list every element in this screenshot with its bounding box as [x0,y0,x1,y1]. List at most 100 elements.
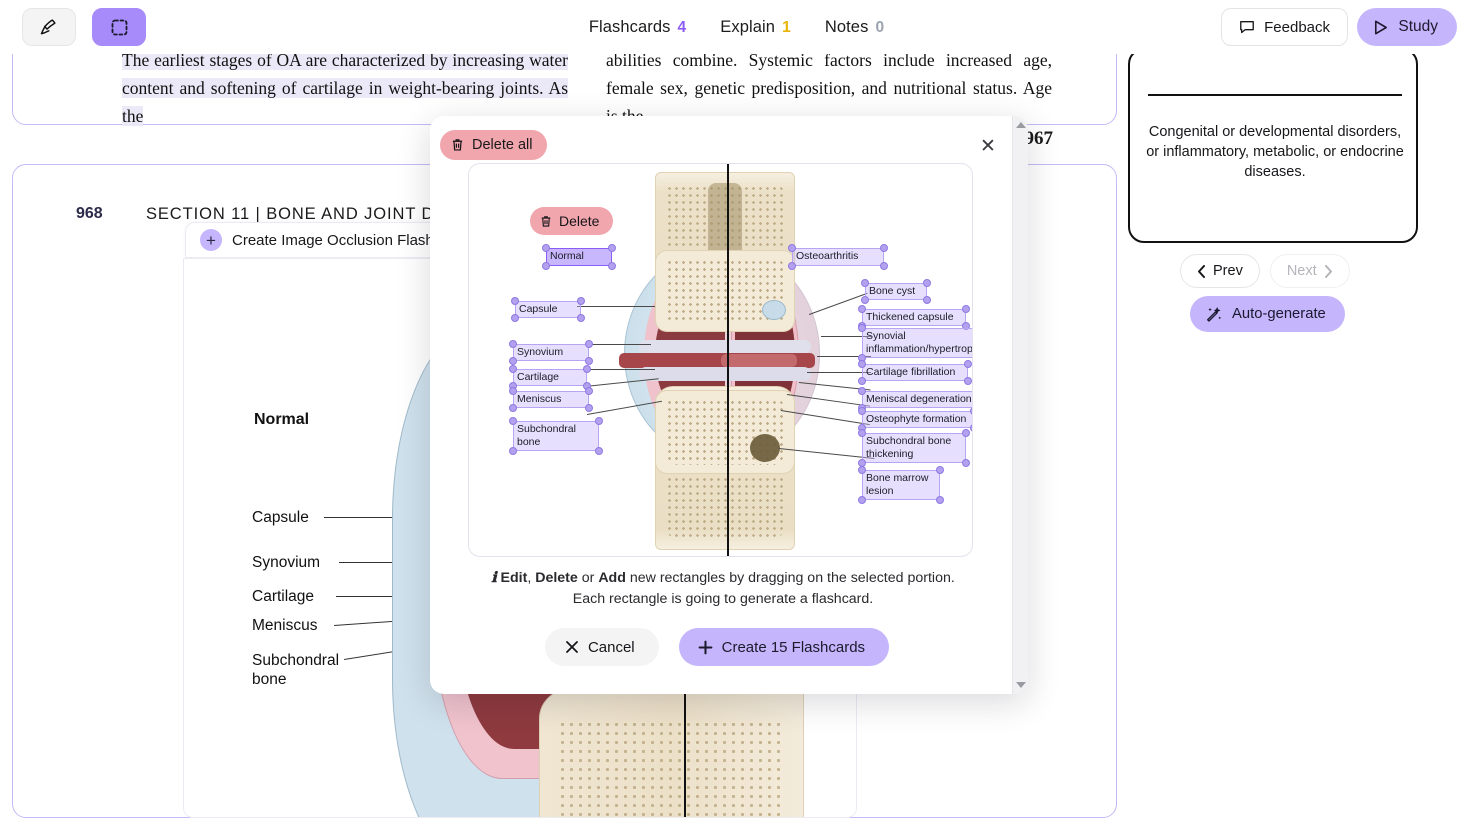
occlusion-rect-thickened-capsule[interactable]: Thickened capsule [858,305,970,330]
resize-handle-bl[interactable] [509,404,517,412]
resize-handle-br[interactable] [962,459,970,467]
resize-handle-tl[interactable] [861,279,869,287]
resize-handle-tl[interactable] [858,360,866,368]
occlusion-label: Normal [550,250,584,262]
tab-flashcards[interactable]: Flashcards 4 [589,18,686,37]
resize-handle-tr[interactable] [595,417,603,425]
chevron-right-icon [1324,264,1333,278]
resize-handle-br[interactable] [936,496,944,504]
resize-handle-br[interactable] [585,404,593,412]
tab-notes[interactable]: Notes 0 [825,18,884,37]
resize-handle-tl[interactable] [858,407,866,415]
resize-handle-tr[interactable] [923,279,931,287]
prev-button[interactable]: Prev [1180,254,1260,288]
figure-title-normal: Normal [254,411,310,428]
tab-explain[interactable]: Explain 1 [720,18,791,37]
resize-handle-tl[interactable] [788,244,796,252]
occlusion-rect-capsule[interactable]: Capsule [511,297,585,322]
plus-icon [698,640,713,655]
resize-handle-br[interactable] [970,424,972,432]
resize-handle-tl[interactable] [509,417,517,425]
feedback-button[interactable]: Feedback [1221,8,1348,46]
resize-handle-br[interactable] [595,447,603,455]
resize-handle-tl[interactable] [858,305,866,313]
occlusion-label: Capsule [519,303,558,315]
scroll-down-arrow-icon[interactable] [1016,682,1026,688]
resize-handle-tr[interactable] [970,407,972,415]
plus-icon: + [200,229,222,251]
resize-handle-tr[interactable] [585,340,593,348]
next-button[interactable]: Next [1269,254,1350,288]
resize-handle-bl[interactable] [858,496,866,504]
hint-sep-2: or [577,570,599,586]
resize-handle-br[interactable] [964,377,972,385]
cancel-button[interactable]: Cancel [544,628,659,666]
trash-icon [540,215,552,228]
resize-handle-tl[interactable] [509,365,517,373]
resize-handle-tr[interactable] [585,387,593,395]
resize-handle-br[interactable] [880,262,888,270]
cancel-label: Cancel [587,638,635,656]
resize-handle-br[interactable] [923,296,931,304]
occlusion-rect-bone-marrow-lesion[interactable]: Bone marrow lesion [858,466,944,504]
resize-handle-tl[interactable] [509,387,517,395]
resize-handle-tl[interactable] [858,429,866,437]
resize-handle-tr[interactable] [962,429,970,437]
resize-handle-tl[interactable] [858,324,866,332]
image-occlusion-modal: ✕ Delete all Normal Osteoarthritis Capsu… [430,116,1028,694]
occlusion-rect-osteoarthritis[interactable]: Osteoarthritis [788,244,888,270]
resize-handle-tr[interactable] [936,466,944,474]
occlusion-rect-subchondral-bone[interactable]: Subchondral bone [509,417,603,455]
occlusion-rect-bone-cyst[interactable]: Bone cyst [861,279,931,304]
resize-handle-tr[interactable] [880,244,888,252]
occlusion-rect-synovial-inflammation[interactable]: Synovial inflammation/hypertrophy [858,324,972,362]
create-flashcards-button[interactable]: Create 15 Flashcards [678,628,890,666]
scroll-up-arrow-icon[interactable] [1016,122,1026,128]
occlusion-rect-synovium[interactable]: Synovium [509,340,593,365]
occlusion-rect-meniscal-degeneration[interactable]: Meniscal degeneration [858,387,972,412]
bone-cyst-shape [762,300,786,320]
resize-handle-bl[interactable] [511,314,519,322]
close-icon[interactable]: ✕ [974,132,1002,160]
occlusion-rect-subchondral-bone-thickening[interactable]: Subchondral bone thickening [858,429,970,467]
resize-handle-br[interactable] [577,314,585,322]
resize-handle-tr[interactable] [583,365,591,373]
occlusion-label: Synovium [517,346,564,358]
study-button[interactable]: Study [1357,8,1457,46]
resize-handle-tl[interactable] [542,244,550,252]
occlusion-rect-normal[interactable]: Normal [542,244,616,270]
flashcard-divider [1148,94,1402,96]
auto-generate-label: Auto-generate [1232,306,1326,322]
resize-handle-tl[interactable] [509,340,517,348]
resize-handle-tl[interactable] [858,387,866,395]
delete-selected-button[interactable]: Delete [530,207,614,235]
resize-handle-bl[interactable] [509,357,517,365]
auto-generate-button[interactable]: Auto-generate [1190,296,1345,332]
hint-rest: new rectangles by dragging on the select… [625,570,955,586]
resize-handle-bl[interactable] [509,447,517,455]
figure-label-cartilage: Cartilage [252,588,315,605]
occlusion-rect-cartilage-fibrillation[interactable]: Cartilage fibrillation [858,360,972,385]
delete-all-button[interactable]: Delete all [440,130,548,160]
occlusion-rect-osteophyte-formation[interactable]: Osteophyte formation [858,407,972,432]
resize-handle-bl[interactable] [542,262,550,270]
cartilage-upper [639,340,811,353]
modal-scrollbar[interactable] [1012,116,1028,694]
occlusion-label: Thickened capsule [866,311,954,323]
resize-handle-br[interactable] [608,262,616,270]
resize-handle-tl[interactable] [858,466,866,474]
resize-handle-tr[interactable] [964,360,972,368]
flashcard-preview[interactable]: Congenital or developmental disorders, o… [1128,48,1418,243]
delete-label: Delete [559,213,600,229]
resize-handle-tr[interactable] [962,305,970,313]
resize-handle-tr[interactable] [608,244,616,252]
resize-handle-bl[interactable] [858,377,866,385]
resize-handle-tr[interactable] [577,297,585,305]
occlusion-rect-cartilage[interactable]: Cartilage [509,365,591,390]
resize-handle-tl[interactable] [511,297,519,305]
resize-handle-bl[interactable] [861,296,869,304]
resize-handle-bl[interactable] [788,262,796,270]
highlighted-text[interactable]: The earliest stages of OA are characteri… [122,50,568,126]
resize-handle-br[interactable] [585,357,593,365]
occlusion-rect-meniscus[interactable]: Meniscus [509,387,593,412]
